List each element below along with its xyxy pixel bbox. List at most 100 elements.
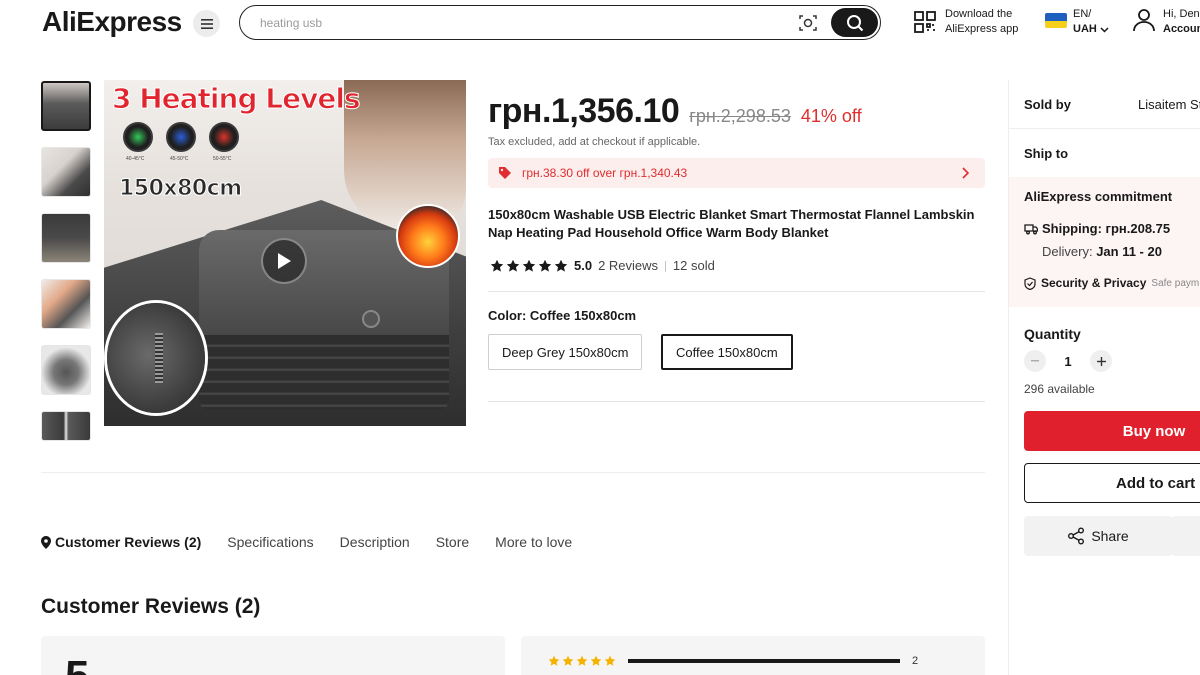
color-option-coffee[interactable]: Coffee 150x80cm (661, 334, 793, 370)
tab-label: Description (339, 534, 410, 550)
buy-now-button[interactable]: Buy now (1024, 411, 1200, 451)
star-icon (538, 259, 552, 272)
image-search-button[interactable] (797, 13, 819, 33)
tab-label: Specifications (227, 534, 314, 550)
delivery-label: Delivery: (1042, 244, 1097, 259)
rating-row: 5.0 2 Reviews | 12 sold (490, 258, 715, 273)
shipping-row[interactable]: Shipping: грн.208.75 (1024, 221, 1170, 236)
plus-icon (1096, 356, 1106, 366)
user-icon (1133, 9, 1155, 32)
thumbnail[interactable] (41, 279, 91, 329)
quantity-decrease-button[interactable] (1024, 350, 1046, 372)
tab-more-to-love[interactable]: More to love (495, 534, 572, 550)
heat-level-badge (123, 122, 153, 152)
discount-badge: 41% off (800, 106, 862, 126)
language-currency-selector[interactable]: EN/ UAH (1045, 7, 1109, 37)
security-note: Safe paym (1151, 277, 1200, 289)
star-icon (562, 655, 574, 666)
tab-description[interactable]: Description (340, 534, 410, 550)
hamburger-icon (200, 18, 213, 29)
star-icon (576, 655, 588, 666)
star-icon (506, 259, 520, 272)
overall-rating-card: 5 (41, 636, 505, 675)
commitment-title: AliExpress commitment (1024, 189, 1173, 204)
rating-score: 5.0 (574, 258, 593, 273)
sold-by-label: Sold by (1024, 97, 1071, 112)
share-button[interactable]: Share (1024, 516, 1172, 556)
quantity-label: Quantity (1024, 326, 1081, 342)
star-icon (522, 259, 536, 272)
sold-count: 12 sold (672, 258, 715, 273)
thumbnail[interactable] (41, 213, 91, 263)
quantity-value[interactable]: 1 (1062, 354, 1074, 369)
minus-icon (1031, 360, 1039, 362)
thumbnail[interactable] (41, 147, 91, 197)
five-star-count: 2 (912, 655, 919, 667)
quantity-increase-button[interactable] (1090, 350, 1112, 372)
ship-to-label[interactable]: Ship to (1024, 146, 1068, 161)
account-menu[interactable]: Hi, Den Accoun (1133, 7, 1200, 37)
security-row[interactable]: Security & Privacy Safe paym (1024, 276, 1199, 290)
search-bar (239, 5, 881, 40)
tab-label: More to love (495, 534, 573, 550)
chevron-right-icon (962, 167, 970, 179)
coupon-banner[interactable]: грн.38.30 off over грн.1,340.43 (488, 158, 985, 188)
image-size-label: 150x80cm (119, 176, 243, 202)
thumbnail[interactable] (41, 411, 91, 441)
star-rating (548, 655, 616, 667)
app-download-line1: Download the (945, 8, 1013, 20)
thumbnail-list (41, 81, 91, 457)
tab-specifications[interactable]: Specifications (227, 534, 313, 550)
separator: | (664, 259, 667, 272)
tax-note: Tax excluded, add at checkout if applica… (488, 136, 701, 148)
quantity-stepper: 1 (1024, 350, 1112, 372)
star-icon (590, 655, 602, 666)
heat-level-caption: 40-45°C (126, 156, 145, 162)
thumbnail[interactable] (41, 81, 91, 131)
star-icon (604, 655, 616, 666)
store-name-link[interactable]: Lisaitem St (1138, 97, 1200, 112)
main-product-image[interactable]: 3 Heating Levels 40-45°C 45-50°C 50-55°C… (104, 80, 466, 426)
truck-icon (1024, 223, 1038, 234)
play-video-button[interactable] (261, 238, 307, 284)
search-icon (846, 14, 863, 31)
language-label: EN/ (1073, 8, 1092, 20)
image-title: 3 Heating Levels (112, 82, 362, 116)
add-to-cart-button[interactable]: Add to cart (1024, 463, 1200, 503)
available-stock: 296 available (1024, 382, 1095, 396)
tab-customer-reviews[interactable]: Customer Reviews (2) (41, 534, 201, 550)
zipper-detail-inset (104, 300, 208, 416)
price-row: грн.1,356.10 грн.2,298.53 41% off (488, 92, 862, 131)
product-title: 150x80cm Washable USB Electric Blanket S… (488, 207, 975, 240)
shipping-cost: Shipping: грн.208.75 (1042, 221, 1171, 236)
share-label: Share (1091, 528, 1129, 544)
coupon-text: грн.38.30 off over грн.1,340.43 (522, 166, 688, 180)
tab-label: Customer Reviews (2) (55, 534, 202, 550)
divider (1009, 128, 1200, 129)
wishlist-button[interactable] (1171, 516, 1200, 556)
shield-check-icon (1024, 276, 1036, 290)
aliexpress-logo[interactable]: AliExpress (42, 6, 182, 38)
share-icon (1068, 527, 1085, 545)
heat-level-caption: 45-50°C (170, 156, 189, 162)
star-icon (548, 655, 560, 666)
download-app-link[interactable]: Download the AliExpress app (913, 7, 1018, 37)
original-price: грн.2,298.53 (689, 106, 791, 126)
account-label: Accoun (1163, 23, 1200, 35)
search-button[interactable] (831, 8, 878, 37)
ukraine-flag-icon (1045, 13, 1067, 28)
commitment-box: AliExpress commitment Shipping: грн.208.… (1009, 177, 1200, 307)
heat-level-badge (209, 122, 239, 152)
reviews-link[interactable]: 2 Reviews (598, 258, 658, 273)
star-icon (554, 259, 568, 272)
menu-button[interactable] (193, 10, 220, 37)
five-star-row[interactable]: 2 (548, 655, 918, 667)
tab-store[interactable]: Store (436, 534, 469, 550)
greeting-text: Hi, Den (1163, 8, 1200, 20)
thumbnail[interactable] (41, 345, 91, 395)
product-tabs: Customer Reviews (2) Specifications Desc… (41, 534, 572, 550)
color-option-deep-grey[interactable]: Deep Grey 150x80cm (488, 334, 643, 370)
current-price: грн.1,356.10 (488, 92, 680, 130)
star-rating (490, 259, 568, 273)
search-input[interactable] (260, 13, 760, 33)
